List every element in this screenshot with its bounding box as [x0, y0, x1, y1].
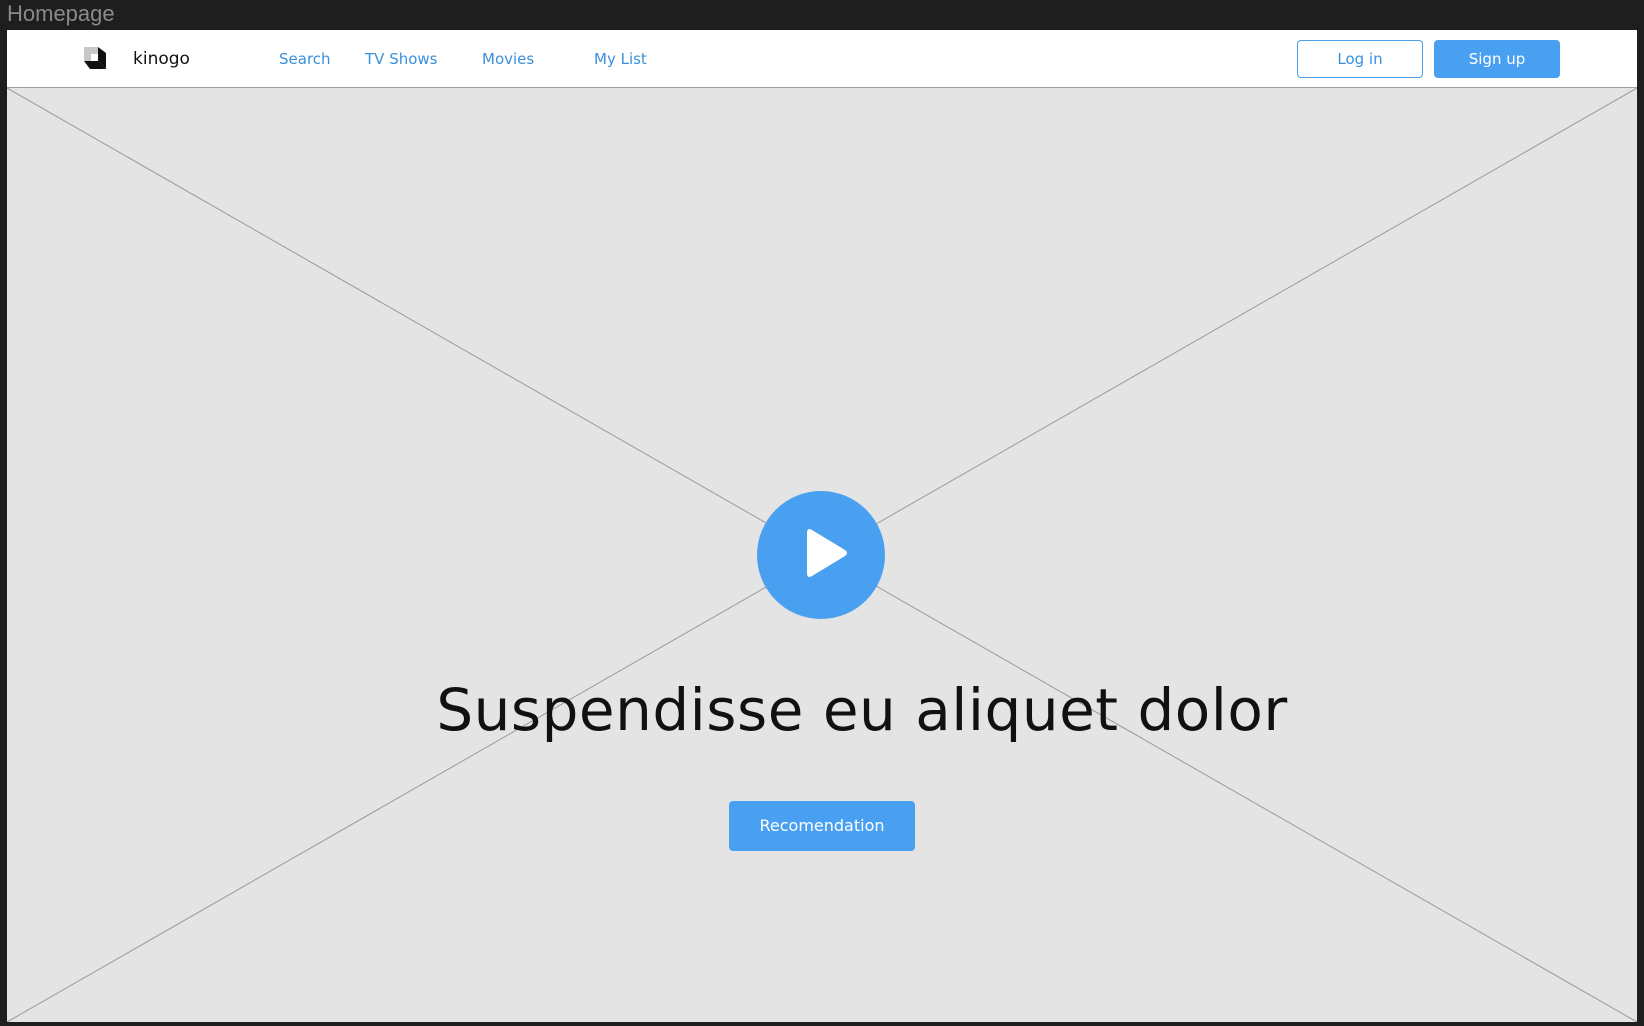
- signup-button[interactable]: Sign up: [1434, 40, 1560, 78]
- hero-headline: Suspendisse eu aliquet dolor: [436, 676, 1288, 744]
- homepage-frame: kinogo Search TV Shows Movies My List Lo…: [7, 30, 1637, 1022]
- nav-link-tv-shows[interactable]: TV Shows: [365, 30, 437, 88]
- nav-link-movies[interactable]: Movies: [482, 30, 534, 88]
- nav-link-my-list[interactable]: My List: [594, 30, 647, 88]
- recommendation-button[interactable]: Recomendation: [729, 801, 915, 851]
- hero-section: Suspendisse eu aliquet dolor Recomendati…: [7, 88, 1637, 1022]
- play-button[interactable]: [757, 491, 885, 619]
- frame-title: Homepage: [7, 1, 115, 26]
- cube-logo-icon[interactable]: [84, 47, 106, 69]
- brand-name[interactable]: kinogo: [133, 30, 190, 88]
- top-navbar: kinogo Search TV Shows Movies My List Lo…: [7, 30, 1637, 88]
- play-icon: [807, 529, 847, 577]
- login-button[interactable]: Log in: [1297, 40, 1423, 78]
- nav-link-search[interactable]: Search: [279, 30, 331, 88]
